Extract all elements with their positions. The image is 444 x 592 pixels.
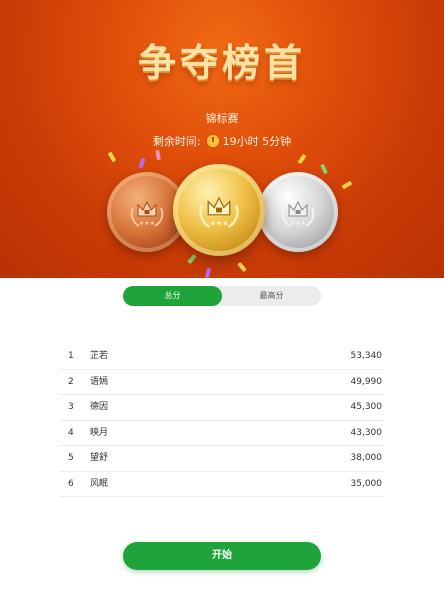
player-name: 芷若 — [90, 351, 109, 361]
medals-group: ★★★ ★★★ ★★★ — [0, 149, 444, 278]
confetti — [155, 149, 161, 161]
player-score: 35,000 — [350, 478, 383, 489]
score-type-toggle[interactable]: 总分 最高分 — [123, 286, 321, 306]
player-score: 49,990 — [350, 376, 383, 387]
confetti — [297, 153, 307, 165]
remaining-time: 剩余时间: 19小时 5分钟 — [0, 133, 444, 149]
tab-highest-score[interactable]: 最高分 — [222, 286, 321, 306]
player-score: 53,340 — [350, 351, 383, 361]
silver-medal: ★★★ — [258, 172, 338, 252]
start-button[interactable]: 开始 — [123, 542, 321, 570]
confetti — [187, 253, 197, 265]
crown-icon: ★★★ — [199, 196, 239, 228]
rank-number: 5 — [68, 453, 74, 463]
remaining-time-value: 19小时 5分钟 — [222, 135, 292, 148]
player-score: 38,000 — [350, 453, 383, 463]
remaining-time-label: 剩余时间: — [152, 135, 201, 148]
player-score: 45,300 — [350, 402, 383, 412]
hero-banner: 争夺榜首 锦标赛 剩余时间: 19小时 5分钟 ★★★ ★★★ ★★★ — [0, 0, 444, 278]
rank-number: 3 — [68, 402, 74, 412]
clock-icon — [206, 135, 219, 147]
leaderboard-list: 1 芷若 53,340 2 语嫣 49,990 3 德因 45,300 4 映月… — [60, 344, 384, 497]
page-title: 争夺榜首 — [137, 41, 306, 85]
player-score: 43,300 — [350, 427, 383, 438]
rank-number: 1 — [68, 351, 74, 361]
rank-number: 6 — [68, 478, 74, 489]
rank-number: 4 — [68, 427, 74, 438]
confetti — [138, 157, 146, 169]
confetti — [107, 151, 117, 163]
confetti — [320, 163, 328, 175]
player-name: 望舒 — [90, 453, 109, 463]
confetti — [237, 261, 247, 273]
crown-icon: ★★★ — [281, 200, 315, 227]
leaderboard-row: 6 风眠 35,000 — [60, 472, 384, 497]
leaderboard-row: 1 芷若 53,340 — [60, 344, 384, 370]
crown-icon: ★★★ — [130, 200, 164, 227]
svg-text:★★★: ★★★ — [209, 219, 228, 228]
tournament-label: 锦标赛 — [205, 112, 239, 125]
player-name: 语嫣 — [90, 376, 109, 387]
svg-text:★★★: ★★★ — [139, 220, 155, 227]
rank-number: 2 — [68, 376, 74, 387]
leaderboard-row: 2 语嫣 49,990 — [60, 370, 384, 395]
confetti — [204, 267, 212, 278]
leaderboard-row: 4 映月 43,300 — [60, 421, 384, 446]
player-name: 德因 — [90, 402, 109, 412]
svg-text:★★★: ★★★ — [290, 220, 306, 227]
player-name: 风眠 — [90, 478, 109, 489]
confetti — [341, 180, 353, 190]
leaderboard-row: 5 望舒 38,000 — [60, 446, 384, 472]
gold-medal: ★★★ — [173, 164, 265, 256]
leaderboard-row: 3 德因 45,300 — [60, 395, 384, 421]
player-name: 映月 — [90, 427, 109, 438]
tab-total-score[interactable]: 总分 — [123, 286, 222, 306]
